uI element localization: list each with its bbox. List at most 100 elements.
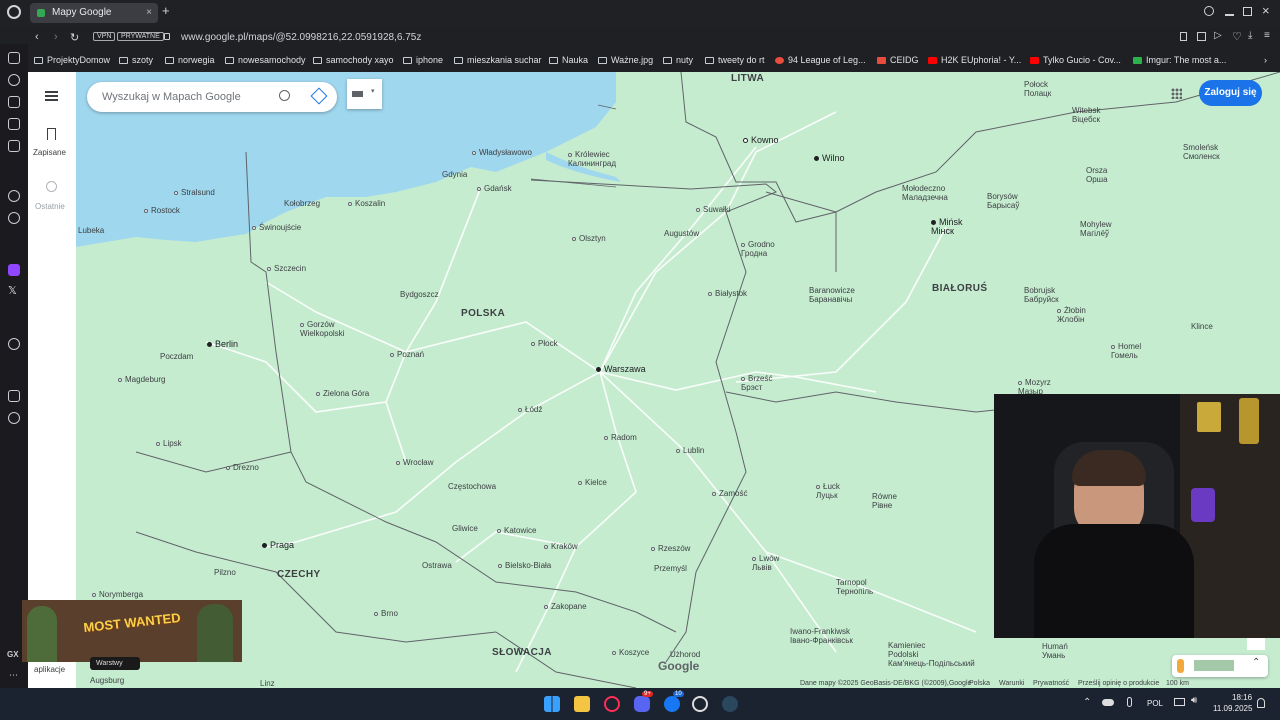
expand-icon[interactable]: ⌃ [1252,657,1260,668]
notifications-icon[interactable] [1257,698,1265,708]
sidebar-extensions-icon[interactable] [8,390,20,402]
speaker-icon[interactable]: 🔊︎ [1191,695,1197,706]
google-apps-icon[interactable] [1171,88,1182,99]
city-label[interactable]: Olsztyn [572,234,606,243]
pin-icon[interactable] [1180,32,1187,41]
city-label[interactable]: Zielona Góra [316,389,369,398]
city-label[interactable]: Koszyce [612,648,649,657]
city-label[interactable]: Klince [1191,322,1213,331]
city-label[interactable]: Stralsund [174,188,215,197]
feedback-link[interactable]: Prześlij opinię o produkcie [1078,680,1159,687]
pegman-icon[interactable] [1177,659,1184,673]
app-icon[interactable] [692,696,708,712]
scale-bar[interactable]: 100 km [1166,680,1189,687]
city-label[interactable]: Lublin [676,446,704,455]
city-label[interactable]: Zamość [712,489,747,498]
recent-history-icon[interactable] [46,181,57,192]
sidebar-ai-icon[interactable] [8,190,20,202]
city-label[interactable]: Lwów Львів [752,554,779,572]
bookmark-item[interactable]: Ważne.jpg [598,55,653,65]
menu-icon[interactable]: ≡ [1264,30,1270,41]
recent-label[interactable]: Ostatnie [35,202,65,211]
minimize-icon[interactable] [1225,14,1234,16]
sidebar-x-icon[interactable]: 𝕏 [8,284,17,297]
url-field[interactable]: www.google.pl/maps/@52.0998216,22.059192… [181,32,421,43]
bookmarks-more-icon[interactable]: › [1264,55,1267,65]
city-label[interactable]: Kowno [743,136,779,145]
city-label[interactable]: Linz [260,679,275,688]
city-label[interactable]: Użhorod [670,650,700,659]
download-icon[interactable]: ⤓ [1248,30,1252,41]
city-label[interactable]: Gorzów Wielkopolski [300,320,344,338]
city-label[interactable]: Norymberga [92,590,143,599]
city-label[interactable]: Katowice [497,526,536,535]
city-label[interactable]: Gdańsk [477,184,512,193]
city-label[interactable]: Iwano-Frankiwsk Івано-Франківськ [790,627,853,645]
city-label[interactable]: Radom [604,433,637,442]
clock-date[interactable]: 11.09.2025 [1213,704,1252,713]
sidebar-more-icon[interactable]: ⋯ [9,670,18,681]
maximize-icon[interactable] [1243,7,1252,16]
city-label[interactable]: Baranowicze Баранавічы [809,286,855,304]
snapshot-icon[interactable] [1197,32,1206,41]
search-box[interactable]: Wyszukaj w Mapach Google [87,82,337,112]
forward-icon[interactable]: › [54,31,58,43]
city-label[interactable]: Świnoujście [252,223,301,232]
sidebar-m-icon[interactable] [8,140,20,152]
directions-icon[interactable] [310,87,328,105]
sidebar-settings-icon[interactable] [8,412,20,424]
city-label[interactable]: Przemyśl [654,564,687,573]
player-icon[interactable]: ▷ [1214,30,1222,41]
city-label[interactable]: Kielce [578,478,607,487]
city-label[interactable]: Suwałki [696,205,731,214]
clock-time[interactable]: 18:16 [1232,693,1252,702]
bookmark-item[interactable]: norwegia [165,55,215,65]
discord-icon[interactable] [634,696,650,712]
hamburger-menu-icon[interactable] [45,91,58,101]
city-label[interactable]: Bielsko-Biała [498,561,551,570]
cloud-icon[interactable] [1102,699,1114,706]
city-label[interactable]: Augsburg [90,676,124,685]
sidebar-speed-icon[interactable] [8,74,20,86]
search-icon[interactable] [279,90,290,101]
bookmark-item[interactable]: CEIDG [877,55,919,65]
back-icon[interactable]: ‹ [35,31,39,43]
new-tab-icon[interactable]: + [162,3,170,18]
bookmark-item[interactable]: H2K EUphoria! - Y... [928,55,1021,65]
bookmark-item[interactable]: nuty [663,55,693,65]
messenger-icon[interactable] [664,696,680,712]
city-label[interactable]: Brno [374,609,398,618]
layer-toggle-button[interactable]: ▾ [347,79,382,109]
steam-icon[interactable] [722,696,738,712]
monitor-icon[interactable] [1174,698,1185,706]
bookmark-item[interactable]: nowesamochody [225,55,306,65]
city-label[interactable]: Smoleńsk Смоленск [1183,143,1220,161]
close-window-icon[interactable]: × [1262,3,1270,18]
city-label[interactable]: Grodno Гродна [741,240,775,258]
city-label[interactable]: Gliwice [452,524,478,533]
city-label[interactable]: Bydgoszcz [400,290,439,299]
sidebar-hot-tabs-icon[interactable] [8,118,20,130]
bookmark-item[interactable]: Tylko Gucio - Cov... [1030,55,1121,65]
sidebar-home-icon[interactable] [8,52,20,64]
zoom-control[interactable] [1247,638,1265,650]
city-label[interactable]: Augustów [664,229,699,238]
city-label[interactable]: Wrocław [396,458,434,467]
city-label[interactable]: Koszalin [348,199,385,208]
apps-label[interactable]: aplikacje [34,665,65,674]
city-label[interactable]: Władysławowo [472,148,532,157]
city-label[interactable]: Mohylew Магілёў [1080,220,1112,238]
microphone-icon[interactable] [1127,697,1132,707]
city-label[interactable]: Mińsk Мінск [931,218,963,236]
city-label[interactable]: Humań Умань [1042,642,1068,660]
bookmark-item[interactable]: iphone [403,55,443,65]
city-label[interactable]: Ostrawa [422,561,452,570]
city-label[interactable]: Drezno [226,463,259,472]
city-label[interactable]: Żłobin Жлобін [1057,306,1086,324]
opera-logo-icon[interactable] [7,5,21,19]
reload-icon[interactable]: ↻ [70,31,79,44]
country-link[interactable]: Polska [969,680,990,687]
layers-badge[interactable]: Warstwy [90,657,140,670]
bookmark-item[interactable]: tweety do rt [705,55,765,65]
sidebar-chatgpt-icon[interactable] [8,212,20,224]
